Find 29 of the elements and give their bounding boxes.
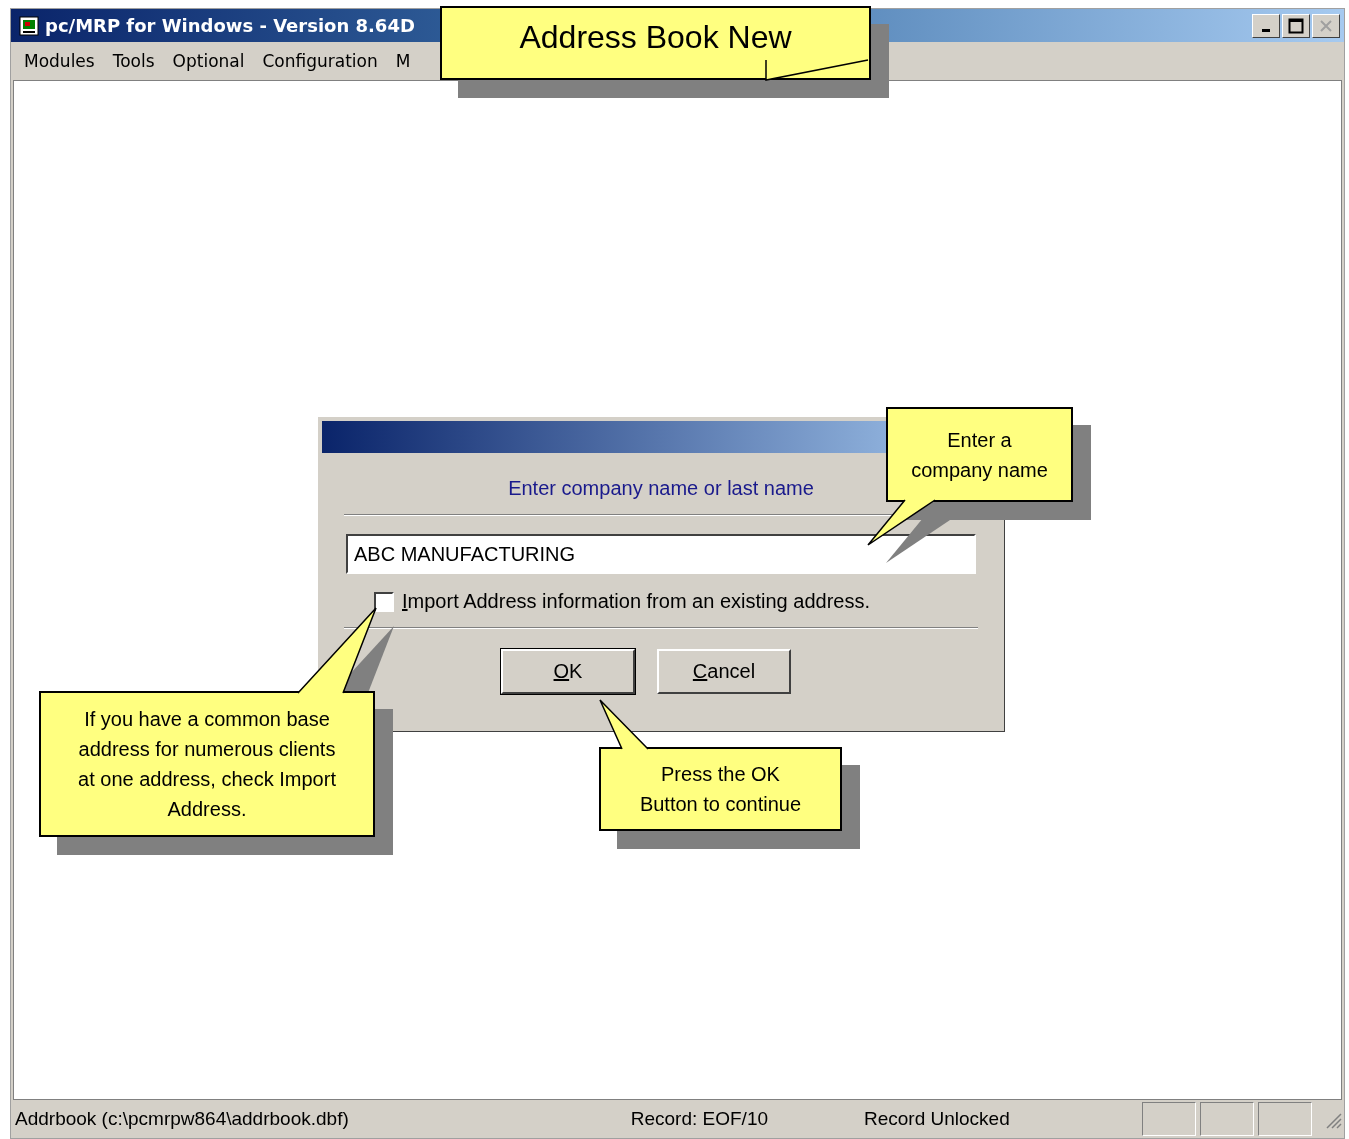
maximize-button[interactable]: [1282, 13, 1310, 38]
maximize-icon: [1288, 17, 1304, 34]
status-panel: [1200, 1102, 1254, 1136]
ok-button[interactable]: OK: [501, 649, 635, 694]
minimize-button[interactable]: [1252, 13, 1280, 38]
close-icon: [1319, 18, 1333, 33]
menu-item[interactable]: Tools: [103, 51, 164, 71]
status-record: Record: EOF/10: [630, 1108, 768, 1130]
callout-text: Address Book New: [519, 22, 792, 52]
status-panel: [1142, 1102, 1196, 1136]
menu-item[interactable]: Optional: [163, 51, 254, 71]
close-button[interactable]: [1312, 13, 1340, 38]
menu-item[interactable]: Modules: [15, 51, 104, 71]
status-file: Addrbook (c:\pcmrpw864\addrbook.dbf): [15, 1108, 349, 1130]
callout-text: Enter a company name: [911, 427, 1048, 483]
callout-text: Press the OK Button to continue: [639, 762, 802, 817]
status-panel: [1258, 1102, 1312, 1136]
status-lock: Record Unlocked: [864, 1108, 1010, 1130]
app-icon: [19, 15, 39, 36]
menu-item[interactable]: M: [386, 51, 420, 71]
cancel-button[interactable]: Cancel: [657, 649, 791, 694]
name-input-field[interactable]: ABC MANUFACTURING: [346, 534, 976, 574]
callout-text: If you have a common base address for numerous clients at one address, check Import Address.: [78, 707, 336, 822]
menu-item[interactable]: Configuration: [253, 51, 387, 71]
prompt-text: Enter company name or last name: [508, 477, 814, 500]
checkbox-label: Import Address information from an existing address.: [402, 590, 870, 613]
minimize-icon: [1262, 28, 1270, 32]
window-title: pc/MRP for Windows - Version 8.64D: [45, 15, 416, 36]
import-checkbox[interactable]: [374, 591, 394, 612]
